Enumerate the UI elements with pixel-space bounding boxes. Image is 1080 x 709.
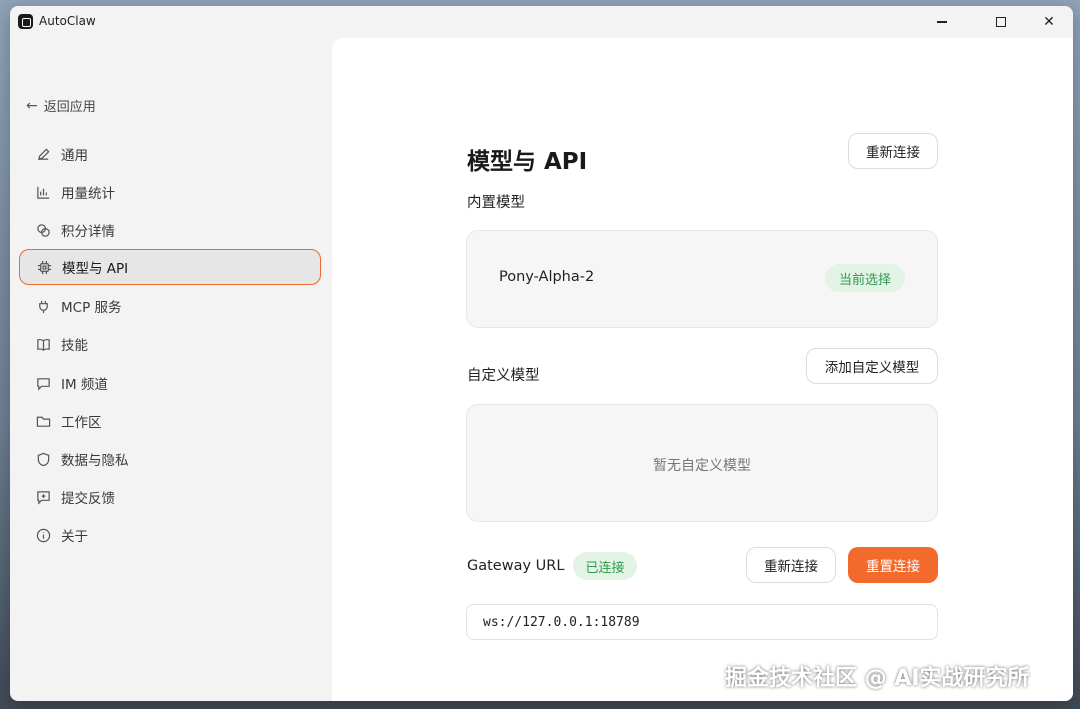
sidebar-item-label: 工作区 <box>61 415 102 431</box>
shield-icon <box>35 451 51 467</box>
arrow-left-icon: ← <box>26 97 38 114</box>
gateway-url-field[interactable]: ws://127.0.0.1:18789 <box>466 604 938 640</box>
add-custom-model-button[interactable]: 添加自定义模型 <box>806 348 938 384</box>
close-icon: ✕ <box>1043 14 1055 30</box>
back-label: 返回应用 <box>43 100 96 115</box>
builtin-models-heading: 内置模型 <box>467 195 525 211</box>
bar-chart-icon <box>35 184 51 200</box>
maximize-button[interactable] <box>978 6 1024 38</box>
pencil-icon <box>35 146 51 162</box>
sidebar-item-mcp[interactable]: MCP 服务 <box>19 288 321 324</box>
watermark: 掘金技术社区 @ AI实战研究所 <box>725 666 1030 691</box>
sidebar-item-privacy[interactable]: 数据与隐私 <box>19 441 321 477</box>
plug-icon <box>35 298 51 314</box>
sidebar-item-feedback[interactable]: 提交反馈 <box>19 479 321 515</box>
reset-connection-button[interactable]: 重置连接 <box>848 547 938 583</box>
sidebar-item-label: 用量统计 <box>61 186 115 202</box>
sidebar-item-points[interactable]: 积分详情 <box>19 212 321 248</box>
main-panel: 模型与 API 重新连接 内置模型 Pony-Alpha-2 当前选择 自定义模… <box>332 38 1073 701</box>
sidebar-item-label: 关于 <box>61 529 88 545</box>
back-to-app-link[interactable]: ← 返回应用 <box>26 96 96 116</box>
sidebar-item-models-api[interactable]: 模型与 API <box>19 249 321 285</box>
coins-icon <box>35 222 51 238</box>
current-selection-badge: 当前选择 <box>825 264 905 292</box>
reconnect-button[interactable]: 重新连接 <box>746 547 836 583</box>
minimize-button[interactable] <box>919 6 965 38</box>
sidebar-item-label: 模型与 API <box>62 261 129 277</box>
sidebar-item-im-channel[interactable]: IM 频道 <box>19 365 321 401</box>
sidebar-item-label: 数据与隐私 <box>61 453 129 469</box>
sidebar-item-label: IM 频道 <box>61 377 108 393</box>
page-title: 模型与 API <box>467 149 588 175</box>
sidebar-item-about[interactable]: 关于 <box>19 517 321 553</box>
info-icon <box>35 527 51 543</box>
book-icon <box>35 336 51 352</box>
minimize-icon <box>937 21 947 23</box>
custom-models-heading: 自定义模型 <box>467 368 540 384</box>
empty-state-text: 暂无自定义模型 <box>653 458 751 474</box>
settings-sidebar: ← 返回应用 通用 用量统计 积分详情 模型与 API MCP 服务 技能 IM… <box>10 38 330 701</box>
message-icon <box>35 375 51 391</box>
feedback-icon <box>35 489 51 505</box>
sidebar-item-usage[interactable]: 用量统计 <box>19 174 321 210</box>
folder-icon <box>35 413 51 429</box>
sidebar-item-label: 技能 <box>61 338 88 354</box>
sidebar-item-label: 提交反馈 <box>61 491 115 507</box>
sidebar-item-label: 积分详情 <box>61 224 115 240</box>
title-bar: AutoClaw ✕ <box>10 6 1073 38</box>
close-button[interactable]: ✕ <box>1026 6 1072 38</box>
sidebar-item-label: 通用 <box>61 148 88 164</box>
app-title: AutoClaw <box>39 14 96 28</box>
connection-status-badge: 已连接 <box>573 552 637 580</box>
sidebar-item-label: MCP 服务 <box>61 300 122 316</box>
builtin-model-card[interactable]: Pony-Alpha-2 当前选择 <box>466 230 938 328</box>
custom-models-card: 暂无自定义模型 <box>466 404 938 522</box>
model-name: Pony-Alpha-2 <box>499 269 595 285</box>
chip-icon <box>36 259 52 275</box>
sidebar-item-general[interactable]: 通用 <box>19 136 321 172</box>
app-logo-icon <box>18 14 33 29</box>
sidebar-item-workspace[interactable]: 工作区 <box>19 403 321 439</box>
maximize-icon <box>996 17 1006 27</box>
reconnect-top-button[interactable]: 重新连接 <box>848 133 938 169</box>
gateway-url-label: Gateway URL <box>467 558 565 574</box>
sidebar-item-skills[interactable]: 技能 <box>19 326 321 362</box>
app-window: AutoClaw ✕ ← 返回应用 通用 用量统计 积分详情 模型与 API M… <box>10 6 1073 701</box>
